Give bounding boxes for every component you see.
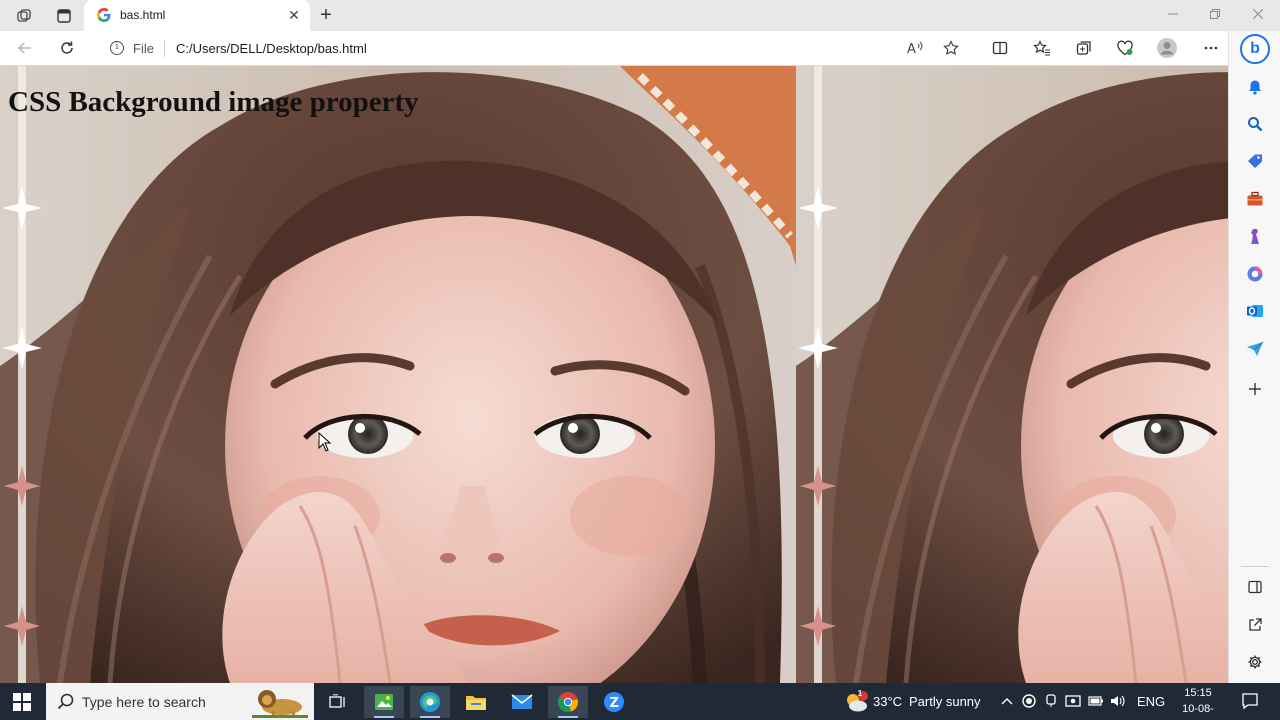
external-link-icon[interactable] [1245,615,1265,635]
url-text[interactable]: C:/Users/DELL/Desktop/bas.html [176,41,367,56]
taskbar-search-box[interactable]: Type here to search [46,683,314,720]
search-placeholder: Type here to search [82,694,206,710]
battery-icon[interactable] [1088,693,1104,709]
refresh-button[interactable] [54,36,80,60]
lion-illustration-icon [252,690,308,718]
google-favicon-icon [96,7,112,23]
meet-now-icon[interactable] [1043,693,1059,709]
mouse-cursor-icon [318,432,332,452]
tag-icon[interactable] [1245,151,1265,171]
child-portrait-image [0,66,796,683]
clock-time: 15:15 [1184,687,1212,699]
close-window-button[interactable] [1243,4,1273,26]
weather-description[interactable]: Partly sunny [909,694,981,709]
profile-avatar[interactable] [1154,36,1180,60]
record-icon[interactable] [1021,693,1037,709]
collections-icon[interactable] [1071,36,1097,60]
sidebar-toggle-icon[interactable] [1245,577,1265,597]
taskbar-app-file-explorer[interactable] [456,686,496,718]
tab-actions-icon[interactable] [52,5,76,27]
search-icon [57,693,74,710]
file-label: File [133,41,154,56]
site-info-icon[interactable]: i [110,41,124,55]
games-icon[interactable] [1245,226,1265,246]
title-bar: bas.html ✕ + [0,0,1280,31]
sidebar-divider [1241,566,1269,567]
start-button[interactable] [8,689,36,715]
clock-date: 10-08-2023 [1182,703,1214,720]
input-language[interactable]: ENG [1137,694,1165,709]
url-separator [164,40,165,57]
weather-alert-badge: 1 [857,689,863,698]
minimize-button[interactable] [1158,4,1188,26]
page-viewport: CSS Background image property [0,66,1228,683]
read-aloud-icon[interactable]: A [902,36,928,60]
office-icon[interactable] [1245,264,1265,284]
taskbar-clock[interactable]: 15:15 10-08-2023 [1170,685,1226,720]
security-shield-icon[interactable] [1065,693,1081,709]
new-tab-button[interactable]: + [314,4,338,26]
bell-icon[interactable] [1245,77,1265,97]
tab-title: bas.html [120,8,166,22]
svg-text:Z: Z [610,696,619,711]
show-hidden-icons-chevron-icon[interactable] [999,693,1015,709]
tab-bas-html[interactable]: bas.html ✕ [84,0,310,31]
add-icon[interactable] [1245,379,1265,399]
child-portrait-image-repeat [796,66,1228,683]
taskbar-app-photos[interactable] [364,686,404,718]
favorites-icon[interactable] [1029,36,1055,60]
restore-button[interactable] [1200,4,1230,26]
edge-sidebar: b [1228,31,1280,683]
favorite-star-icon[interactable] [938,36,964,60]
browser-toolbar: i File C:/Users/DELL/Desktop/bas.html A [0,31,1240,66]
settings-icon[interactable] [1245,652,1265,672]
address-bar[interactable]: i File C:/Users/DELL/Desktop/bas.html [96,34,976,62]
more-menu-icon[interactable] [1198,36,1224,60]
browser-essentials-icon[interactable] [1112,36,1138,60]
taskbar-app-zoom[interactable]: Z [594,686,634,718]
background-image-tile-repeat [796,66,1228,683]
background-image-tile [0,66,796,683]
svg-text:A: A [907,42,916,56]
windows-taskbar: Type here to search Z 1 33°C Partly sunn… [0,683,1280,720]
send-icon[interactable] [1245,339,1265,359]
split-screen-icon[interactable] [987,36,1013,60]
outlook-icon[interactable] [1245,301,1265,321]
search-icon[interactable] [1245,114,1265,134]
back-button[interactable] [12,36,38,60]
workspaces-icon[interactable] [12,5,36,27]
volume-icon[interactable] [1110,693,1126,709]
weather-temperature[interactable]: 33°C [873,694,902,709]
taskbar-app-chrome[interactable] [548,686,588,718]
briefcase-icon[interactable] [1245,189,1265,209]
task-view-button[interactable] [318,686,358,718]
bing-chat-button[interactable]: b [1240,34,1270,64]
page-heading: CSS Background image property [8,86,419,118]
taskbar-app-edge[interactable] [410,686,450,718]
close-tab-button[interactable]: ✕ [286,7,302,23]
notifications-icon[interactable] [1241,692,1259,710]
taskbar-app-mail[interactable] [502,686,542,718]
